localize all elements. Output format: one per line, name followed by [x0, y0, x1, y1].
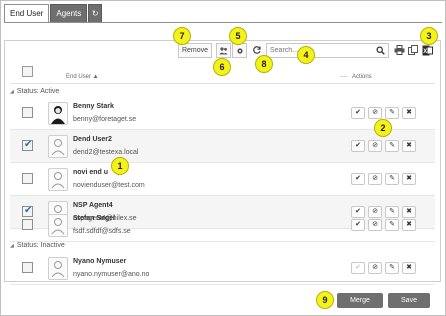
search-input[interactable]: [267, 44, 367, 57]
avatar: [48, 214, 68, 237]
user-email: fsdf.sdfdf@sdfs.se: [73, 228, 131, 235]
avatar: [48, 102, 68, 125]
default-avatar-icon: [51, 139, 65, 156]
group-header-inactive[interactable]: ◢ Status: Inactive: [10, 242, 65, 249]
default-avatar-icon: [51, 218, 65, 235]
approve-button[interactable]: ✔: [351, 219, 365, 231]
user-email: novienduser@test.com: [73, 182, 145, 189]
edit-button[interactable]: ✎: [385, 219, 399, 231]
remove-button[interactable]: Remove: [178, 43, 212, 58]
callout-marker: 9: [316, 291, 334, 309]
row-checkbox[interactable]: [22, 173, 33, 184]
callout-marker: 3: [420, 27, 438, 45]
column-header-end-user[interactable]: End User ▲: [66, 74, 99, 80]
settings-button[interactable]: [232, 43, 247, 58]
collapse-triangle-icon[interactable]: ◢: [10, 89, 14, 95]
edit-button[interactable]: ✎: [385, 107, 399, 119]
approve-button[interactable]: ✔: [351, 173, 365, 185]
svg-text:X: X: [423, 49, 427, 55]
block-button[interactable]: ⊘: [368, 262, 382, 274]
tab-bar: End User Agents ↻: [4, 4, 103, 22]
edit-button[interactable]: ✎: [385, 262, 399, 274]
table-row[interactable]: novi end u novienduser@test.com ✔ ⊘ ✎ ✖: [10, 163, 435, 196]
row-checkbox[interactable]: [22, 262, 33, 273]
block-button[interactable]: ⊘: [368, 219, 382, 231]
printer-icon: [394, 45, 404, 55]
callout-marker: 7: [173, 27, 191, 45]
group-label: Status: Active: [16, 88, 60, 95]
row-checkbox[interactable]: [22, 139, 33, 151]
row-actions: ✔ ⊘ ✎ ✖: [351, 262, 416, 274]
copy-icon: [408, 45, 418, 55]
callout-marker: 4: [297, 46, 315, 64]
default-avatar-icon: [51, 172, 65, 189]
select-all-checkbox[interactable]: [22, 66, 33, 77]
row-checkbox[interactable]: [22, 107, 33, 118]
table-row[interactable]: Benny Stark benny@foretaget.se ✔ ⊘ ✎ ✖: [10, 97, 435, 130]
approve-button[interactable]: ✔: [351, 107, 365, 119]
delete-button[interactable]: ✖: [402, 219, 416, 231]
callout-marker: 2: [374, 119, 392, 137]
refresh-icon: [253, 46, 261, 54]
edit-button[interactable]: ✎: [385, 140, 399, 152]
tab-end-user[interactable]: End User: [4, 4, 50, 22]
user-name: Benny Stark: [73, 103, 114, 110]
default-avatar-icon: [51, 261, 65, 278]
users-icon: [219, 46, 228, 54]
user-name: Stefan Segel: [73, 215, 116, 222]
row-actions: ✔ ⊘ ✎ ✖: [351, 219, 416, 231]
block-button[interactable]: ⊘: [368, 173, 382, 185]
block-button[interactable]: ⊘: [368, 107, 382, 119]
collapse-triangle-icon[interactable]: ◢: [10, 243, 14, 249]
delete-button[interactable]: ✖: [402, 173, 416, 185]
print-button[interactable]: [393, 44, 405, 56]
gear-icon: [236, 47, 243, 54]
row-checkbox[interactable]: [22, 219, 33, 230]
user-email: dend2@testexa.local: [73, 149, 139, 156]
user-name: Dend User2: [73, 136, 112, 143]
merge-button[interactable]: Merge: [337, 293, 383, 308]
approve-button: ✔: [351, 262, 365, 274]
callout-marker: 6: [213, 58, 231, 76]
save-button[interactable]: Save: [388, 293, 430, 308]
table-row[interactable]: Stefan Segel fsdf.sdfdf@sdfs.se ✔ ⊘ ✎ ✖: [10, 209, 435, 242]
user-name: NSP Agent4: [73, 202, 113, 209]
users-button[interactable]: [216, 43, 231, 58]
column-header-actions: Actions: [352, 74, 372, 80]
export-excel-button[interactable]: X: [421, 44, 433, 56]
table-row[interactable]: Nyano Nymuser nyano.nymuser@ano.no ✔ ⊘ ✎…: [10, 252, 435, 285]
user-email: benny@foretaget.se: [73, 116, 137, 123]
user-email: nyano.nymuser@ano.no: [73, 271, 150, 278]
delete-button[interactable]: ✖: [402, 262, 416, 274]
avatar: [48, 135, 68, 158]
user-name: novi end u: [73, 169, 108, 176]
search-icon[interactable]: [376, 46, 385, 55]
excel-icon: X: [422, 45, 433, 55]
table-row[interactable]: Dend User2 dend2@testexa.local ✔ ⊘ ✎ ✖: [10, 130, 435, 163]
tab-refresh-icon[interactable]: ↻: [88, 4, 103, 22]
tab-divider: [4, 22, 442, 23]
copy-button[interactable]: [407, 44, 419, 56]
approve-button[interactable]: ✔: [351, 140, 365, 152]
search-box[interactable]: [266, 43, 389, 58]
edit-button[interactable]: ✎: [385, 173, 399, 185]
group-header-active[interactable]: ◢ Status: Active: [10, 88, 59, 95]
row-actions: ✔ ⊘ ✎ ✖: [351, 140, 416, 152]
callout-marker: 5: [229, 27, 247, 45]
avatar: [48, 168, 68, 191]
delete-button[interactable]: ✖: [402, 140, 416, 152]
block-button[interactable]: ⊘: [368, 140, 382, 152]
delete-button[interactable]: ✖: [402, 107, 416, 119]
callout-marker: 1: [111, 157, 129, 175]
row-actions: ✔ ⊘ ✎ ✖: [351, 173, 416, 185]
group-label: Status: Inactive: [16, 242, 65, 249]
tab-agents[interactable]: Agents: [50, 4, 88, 22]
user-photo-icon: [51, 106, 65, 124]
user-name: Nyano Nymuser: [73, 258, 127, 265]
callout-marker: 8: [255, 55, 273, 73]
avatar: [48, 257, 68, 280]
column-menu-icon[interactable]: —: [340, 73, 347, 80]
row-actions: ✔ ⊘ ✎ ✖: [351, 107, 416, 119]
